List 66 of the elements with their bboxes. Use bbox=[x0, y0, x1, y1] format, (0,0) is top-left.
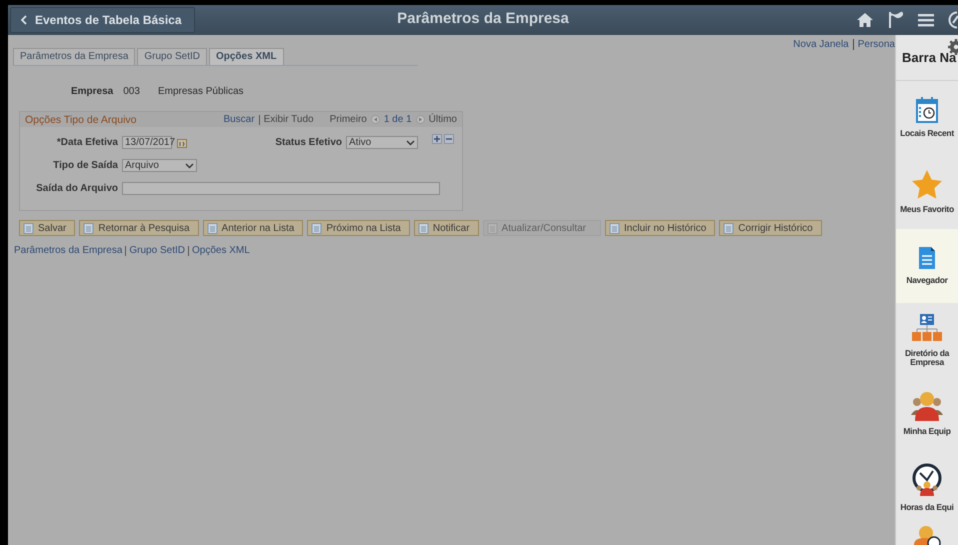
pager-label: Primeiro bbox=[330, 114, 367, 125]
tab[interactable]: Parâmetros da Empresa bbox=[13, 48, 136, 65]
tab[interactable]: Opções XML bbox=[208, 48, 284, 65]
nav-tile[interactable]: Navegador bbox=[896, 229, 958, 303]
text-field[interactable] bbox=[122, 182, 440, 195]
page-icon bbox=[723, 222, 734, 234]
toolbar-button[interactable]: Incluir no Histórico bbox=[605, 220, 716, 236]
nav-tile[interactable]: Locais Recent bbox=[896, 81, 958, 155]
toolbar-button[interactable]: Notificar bbox=[414, 220, 479, 236]
page-icon bbox=[23, 222, 34, 234]
group-title: Opções Tipo de Arquivo bbox=[25, 114, 136, 126]
link[interactable]: Buscar bbox=[223, 114, 255, 125]
toolbar-button[interactable]: Próximo na Lista bbox=[307, 220, 410, 236]
page-icon bbox=[609, 222, 620, 234]
page-title: Parâmetros da Empresa bbox=[397, 10, 569, 27]
nav-tile[interactable]: Diretório da Empresa bbox=[896, 303, 958, 377]
page-link[interactable]: Parâmetros da Empresa bbox=[14, 245, 122, 256]
toolbar-button[interactable]: Anterior na Lista bbox=[202, 220, 304, 236]
field-label: *Data Efetiva bbox=[56, 137, 119, 148]
toolbar-button[interactable]: Corrigir Histórico bbox=[719, 220, 822, 236]
page-icon bbox=[206, 222, 218, 234]
pager-count: 1 de 1 bbox=[384, 114, 412, 125]
caret-down-icon bbox=[185, 162, 194, 168]
toolbar-button[interactable]: Retornar à Pesquisa bbox=[79, 220, 199, 236]
field-label: Empresa bbox=[71, 86, 114, 97]
compass-icon[interactable] bbox=[948, 11, 958, 29]
company-code: 003 bbox=[123, 86, 140, 97]
tab[interactable]: Grupo SetID bbox=[137, 48, 207, 65]
nav-tile[interactable]: Minha Equip bbox=[896, 377, 958, 451]
dropdown[interactable]: Arquivo bbox=[122, 159, 197, 172]
top-link[interactable]: Persona bbox=[858, 39, 895, 50]
people-icon bbox=[910, 391, 944, 422]
page-icon bbox=[83, 222, 94, 234]
field-label: Saída do Arquivo bbox=[35, 183, 119, 194]
menu-icon[interactable] bbox=[918, 13, 934, 27]
nav-tile[interactable]: Meus Favorito bbox=[896, 155, 958, 229]
add-icon[interactable] bbox=[432, 134, 442, 144]
page-link[interactable]: Opções XML bbox=[192, 245, 250, 256]
document-icon bbox=[918, 246, 936, 270]
page-icon bbox=[486, 222, 498, 234]
top-link[interactable]: Nova Janela bbox=[793, 39, 849, 50]
remove-icon[interactable] bbox=[444, 134, 454, 144]
field-label: Tipo de Saída bbox=[52, 160, 119, 171]
org-chart-icon bbox=[911, 312, 943, 343]
chevron-left-icon bbox=[21, 15, 27, 25]
link[interactable]: Exibir Tudo bbox=[264, 114, 314, 125]
page-link[interactable]: Grupo SetID bbox=[129, 245, 185, 256]
calendar-icon[interactable] bbox=[177, 138, 187, 148]
page-icon bbox=[311, 222, 322, 234]
panel-title: Barra Na bbox=[902, 50, 956, 65]
back-button[interactable]: Eventos de Tabela Básica bbox=[10, 7, 195, 33]
person-clock-icon bbox=[912, 525, 942, 545]
calendar-clock-icon bbox=[916, 97, 938, 124]
pager-label: Último bbox=[428, 114, 457, 125]
dropdown[interactable]: Ativo bbox=[346, 136, 418, 149]
date-field[interactable]: 13/07/2017 bbox=[122, 136, 172, 149]
caret-down-icon bbox=[406, 140, 415, 146]
flag-icon[interactable] bbox=[888, 11, 904, 29]
company-name: Empresas Públicas bbox=[158, 86, 244, 97]
clock-people-icon bbox=[910, 463, 944, 498]
page-icon bbox=[418, 222, 429, 234]
nav-tile[interactable]: Horas da Equi bbox=[896, 451, 958, 525]
field-label: Status Efetivo bbox=[274, 137, 343, 148]
home-icon[interactable] bbox=[856, 12, 874, 28]
star-icon bbox=[911, 169, 943, 200]
toolbar-button[interactable]: Salvar bbox=[19, 220, 76, 236]
